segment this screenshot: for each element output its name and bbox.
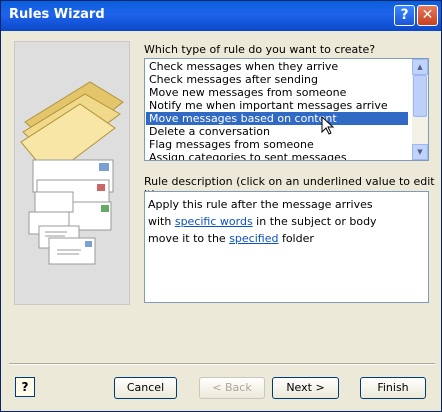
list-item-selected[interactable]: Move messages based on content <box>146 112 408 125</box>
cancel-button[interactable]: Cancel <box>114 377 177 399</box>
list-item[interactable]: Check messages after sending <box>146 73 408 86</box>
list-item[interactable]: Delete a conversation <box>146 125 408 138</box>
description-line-3: move it to the specified folder <box>148 230 425 247</box>
title-bar: Rules Wizard ? ✕ <box>1 1 441 31</box>
window-title: Rules Wizard <box>9 7 105 22</box>
specified-folder-link[interactable]: specified <box>229 232 278 245</box>
rule-description-box: Apply this rule after the message arrive… <box>144 191 429 303</box>
scroll-down-icon[interactable]: ▼ <box>412 144 428 160</box>
list-item[interactable]: Flag messages from someone <box>146 138 408 151</box>
close-button[interactable]: ✕ <box>417 5 438 26</box>
specific-words-link[interactable]: specific words <box>175 215 253 228</box>
description-line-2: with specific words in the subject or bo… <box>148 213 425 230</box>
rules-wizard-window: Rules Wizard ? ✕ Which type of rule do y… <box>0 0 442 412</box>
listbox-scrollbar[interactable]: ▲ ▼ <box>412 59 428 160</box>
next-button[interactable]: Next > <box>272 377 339 399</box>
separator <box>9 363 435 365</box>
wizard-illustration <box>14 41 130 305</box>
description-line-1: Apply this rule after the message arrive… <box>148 198 373 211</box>
list-item[interactable]: Check messages when they arrive <box>146 60 408 73</box>
help-icon[interactable]: ? <box>15 377 35 397</box>
folder-and-envelopes-illustration <box>20 81 124 265</box>
finish-button[interactable]: Finish <box>360 377 426 399</box>
mouse-cursor-icon <box>321 116 335 135</box>
rule-type-label: Which type of rule do you want to create… <box>144 43 376 56</box>
help-button[interactable]: ? <box>394 5 415 26</box>
list-item[interactable]: Move new messages from someone <box>146 86 408 99</box>
list-item[interactable]: Notify me when important messages arrive <box>146 99 408 112</box>
description-text: folder <box>278 232 314 245</box>
scroll-thumb[interactable] <box>413 75 427 117</box>
back-button[interactable]: < Back <box>199 377 265 399</box>
description-text: in the subject or body <box>252 215 377 228</box>
list-item[interactable]: Assign categories to sent messages <box>146 151 408 160</box>
scroll-up-icon[interactable]: ▲ <box>412 59 428 75</box>
description-text: with <box>148 215 175 228</box>
rule-type-listbox[interactable]: Check messages when they arrive Check me… <box>144 58 429 161</box>
description-text: move it to the <box>148 232 230 245</box>
